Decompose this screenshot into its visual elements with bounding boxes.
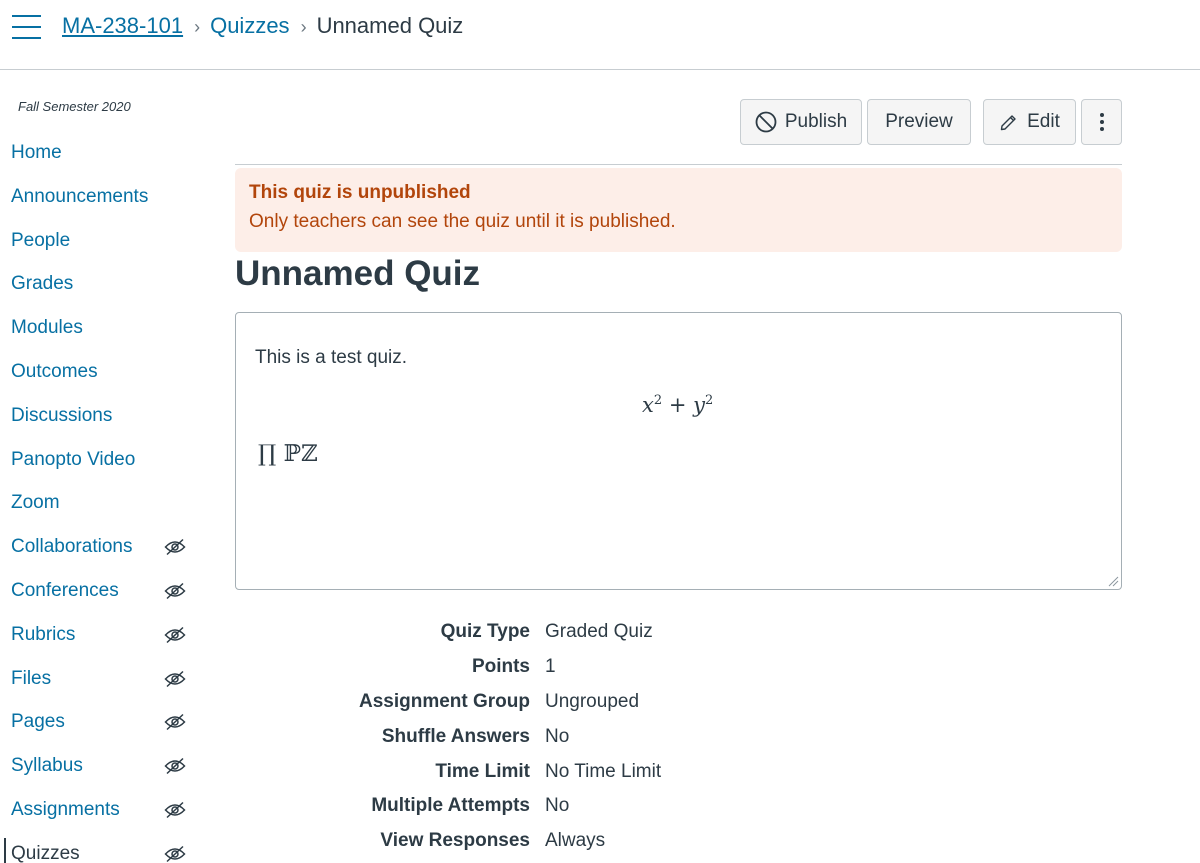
pencil-icon: [1000, 115, 1016, 131]
kebab-menu-icon: [1099, 113, 1104, 131]
detail-value: Graded Quiz: [545, 621, 653, 642]
detail-row: Time Limit No Time Limit: [235, 756, 835, 791]
detail-value: No: [545, 725, 570, 747]
math-var-x: x: [642, 393, 654, 417]
sidebar-item-label[interactable]: Rubrics: [11, 624, 75, 646]
sidebar-item-grades[interactable]: Grades: [0, 263, 200, 307]
detail-row: Points 1: [235, 651, 835, 686]
detail-value: No Time Limit: [545, 760, 662, 782]
sidebar-item-label[interactable]: Outcomes: [11, 361, 98, 383]
chevron-right-icon: ›: [194, 17, 201, 37]
divider: [235, 164, 1122, 165]
course-navigation: Home Announcements People Grades Modules Outc…: [0, 132, 200, 863]
preview-button[interactable]: Preview: [867, 99, 971, 145]
resize-handle-icon[interactable]: [1107, 575, 1119, 587]
breadcrumb: MA-238-101 › Quizzes › Unnamed Quiz: [62, 11, 463, 42]
alert-title: This quiz is unpublished: [249, 182, 471, 203]
detail-row: Multiple Attempts No: [235, 790, 835, 825]
math-symbols: ∏ ℙℤ: [258, 441, 318, 467]
detail-value: 1: [545, 655, 556, 677]
sidebar-item-pages[interactable]: Pages: [0, 701, 200, 745]
publish-label: Publish: [784, 111, 848, 132]
unpublished-icon: [755, 111, 777, 133]
detail-value: Always: [545, 830, 606, 852]
quiz-description-box: This is a test quiz. x2 + y2 ∏ ℙℤ: [235, 312, 1122, 590]
quiz-description-text: This is a test quiz.: [255, 347, 408, 368]
sidebar-item-syllabus[interactable]: Syllabus: [0, 745, 200, 789]
math-plus: +: [668, 393, 687, 417]
sidebar-item-files[interactable]: Files: [0, 658, 200, 702]
sidebar-item-people[interactable]: People: [0, 220, 200, 264]
detail-key: View Responses: [380, 830, 530, 852]
sidebar-item-label[interactable]: Syllabus: [11, 755, 83, 777]
hidden-eye-icon: [164, 670, 186, 687]
sidebar-item-label[interactable]: Home: [11, 142, 62, 164]
menu-icon[interactable]: [12, 14, 42, 40]
detail-key: Assignment Group: [358, 690, 530, 712]
sidebar-item-rubrics[interactable]: Rubrics: [0, 614, 200, 658]
hidden-eye-icon: [164, 539, 186, 556]
sidebar-item-label[interactable]: Discussions: [11, 405, 112, 427]
detail-row: Shuffle Answers No: [235, 721, 835, 756]
breadcrumb-quizzes-link[interactable]: Quizzes: [210, 13, 289, 38]
detail-value: Ungrouped: [545, 690, 640, 712]
sidebar-item-label[interactable]: Pages: [11, 711, 65, 733]
top-navigation-bar: MA-238-101 › Quizzes › Unnamed Quiz: [0, 0, 1200, 70]
detail-value: No: [545, 795, 570, 817]
page-title: Unnamed Quiz: [235, 254, 481, 293]
detail-row: View Responses Always: [235, 825, 835, 860]
sidebar-item-label[interactable]: Announcements: [11, 186, 148, 208]
math-exponent: 2: [653, 393, 663, 408]
detail-key: Shuffle Answers: [381, 725, 530, 747]
chevron-right-icon: ›: [300, 17, 307, 37]
sidebar-item-label[interactable]: Panopto Video: [11, 449, 135, 471]
detail-key: Quiz Type: [440, 621, 530, 642]
math-exponent: 2: [704, 393, 714, 408]
sidebar-item-assignments[interactable]: Assignments: [0, 789, 200, 833]
publish-button[interactable]: Publish: [740, 99, 862, 145]
breadcrumb-course-link[interactable]: MA-238-101: [62, 13, 183, 38]
math-equation: x2 + y2: [642, 393, 713, 417]
detail-row: Assignment Group Ungrouped: [235, 686, 835, 721]
alert-message: Only teachers can see the quiz until it …: [249, 211, 676, 232]
sidebar-item-discussions[interactable]: Discussions: [0, 395, 200, 439]
hidden-eye-icon: [164, 714, 186, 731]
sidebar-item-label[interactable]: Files: [11, 668, 51, 690]
sidebar-item-home[interactable]: Home: [0, 132, 200, 176]
sidebar-item-label[interactable]: People: [11, 230, 70, 252]
edit-label: Edit: [1027, 111, 1060, 132]
detail-row: Quiz Type Graded Quiz: [235, 616, 835, 651]
math-var-y: y: [693, 393, 705, 417]
edit-button[interactable]: Edit: [983, 99, 1076, 145]
sidebar-item-quizzes[interactable]: Quizzes: [0, 833, 200, 863]
breadcrumb-current-page: Unnamed Quiz: [316, 13, 464, 38]
sidebar-item-outcomes[interactable]: Outcomes: [0, 351, 200, 395]
detail-key: Multiple Attempts: [371, 795, 530, 817]
sidebar-item-label[interactable]: Assignments: [11, 799, 120, 821]
hidden-eye-icon: [164, 801, 186, 819]
sidebar-item-label[interactable]: Conferences: [11, 580, 119, 602]
sidebar-item-label[interactable]: Quizzes: [11, 843, 80, 863]
sidebar-item-conferences[interactable]: Conferences: [0, 570, 200, 614]
more-options-button[interactable]: [1081, 99, 1122, 145]
hidden-eye-icon: [164, 582, 186, 600]
hidden-eye-icon: [164, 758, 186, 775]
term-label: Fall Semester 2020: [18, 99, 131, 114]
sidebar-item-collaborations[interactable]: Collaborations: [0, 526, 200, 570]
hidden-eye-icon: [164, 845, 186, 862]
sidebar-item-label[interactable]: Modules: [11, 317, 83, 339]
sidebar-item-label[interactable]: Grades: [11, 273, 73, 295]
sidebar-item-zoom[interactable]: Zoom: [0, 482, 200, 526]
sidebar-item-announcements[interactable]: Announcements: [0, 176, 200, 220]
sidebar-item-label[interactable]: Collaborations: [11, 536, 132, 558]
detail-key: Time Limit: [435, 760, 530, 782]
sidebar-item-label[interactable]: Zoom: [11, 492, 60, 514]
preview-label: Preview: [885, 111, 953, 132]
sidebar-item-modules[interactable]: Modules: [0, 307, 200, 351]
hidden-eye-icon: [164, 626, 186, 643]
sidebar-item-panopto-video[interactable]: Panopto Video: [0, 439, 200, 483]
quiz-details-table: Quiz Type Graded Quiz Points 1 Assignment Gr…: [235, 616, 835, 860]
unpublished-alert: This quiz is unpublished Only teachers c…: [235, 168, 1122, 252]
detail-key: Points: [471, 655, 530, 677]
